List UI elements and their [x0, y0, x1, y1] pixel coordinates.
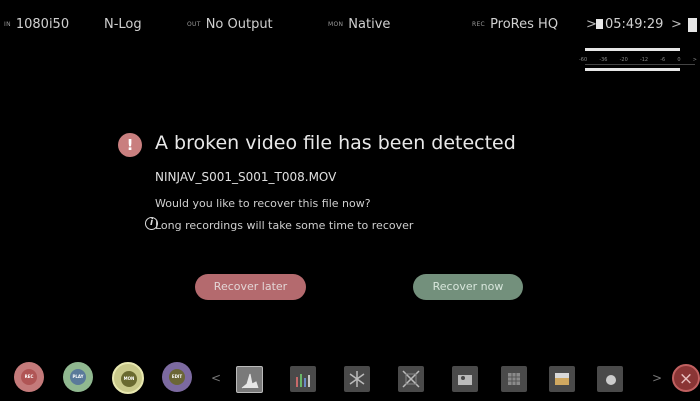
play-label: PLAY: [70, 369, 86, 385]
input-icon: IN: [4, 21, 11, 28]
frame-guides-tool[interactable]: [549, 366, 575, 392]
audio-meter-tick-label: 0: [677, 57, 681, 63]
dialog-title: A broken video file has been detected: [155, 132, 516, 154]
dialog-question: Would you like to recover this file now?: [155, 197, 371, 210]
chevron-right-icon: >: [671, 17, 682, 32]
play-button[interactable]: PLAY: [63, 362, 93, 392]
battery-icon[interactable]: [688, 18, 697, 32]
record-label: REC: [21, 369, 37, 385]
input-resolution[interactable]: IN 1080i50: [4, 17, 69, 32]
monitor-setting[interactable]: MON Native: [328, 17, 390, 32]
audio-meter-tick-label: >: [692, 57, 697, 63]
false-color-tool[interactable]: [344, 366, 370, 392]
monitor-label: MON: [121, 371, 137, 387]
cross-tool[interactable]: [398, 366, 424, 392]
log-mode[interactable]: N-Log: [104, 17, 142, 32]
audio-level-bar: [585, 68, 680, 71]
frame-guides-icon: [555, 373, 569, 385]
waveform-icon: [241, 373, 259, 389]
audio-meter-tick-label: -36: [599, 57, 608, 63]
chevron-right-icon[interactable]: >: [652, 371, 662, 385]
edit-button[interactable]: EDIT: [162, 362, 192, 392]
recover-now-button[interactable]: Recover now: [413, 274, 523, 300]
zebra-tool[interactable]: [452, 366, 478, 392]
dialog-info: Long recordings will take some time to r…: [155, 219, 414, 232]
audio-level-bar: [585, 48, 680, 51]
histogram-tool[interactable]: [290, 366, 316, 392]
output-setting[interactable]: OUT No Output: [187, 17, 273, 32]
file-name: NINJAV_S001_S001_T008.MOV: [155, 170, 337, 184]
false-color-icon: [349, 371, 365, 387]
audio-meter-tick-label: -12: [639, 57, 649, 63]
waveform-tool[interactable]: [236, 366, 263, 393]
warning-icon: !: [118, 133, 142, 157]
bottom-toolbar: REC PLAY MON EDIT < > ×: [0, 358, 700, 401]
close-button[interactable]: ×: [672, 364, 700, 392]
remaining-time[interactable]: 05:49:29: [596, 17, 663, 32]
cross-icon: [402, 370, 420, 388]
audio-meter-tick-label: -20: [619, 57, 628, 63]
audio-meter-tick-label: -60: [579, 57, 588, 63]
disk-icon: [596, 19, 603, 29]
record-codec[interactable]: REC ProRes HQ: [472, 17, 558, 32]
record-button[interactable]: REC: [14, 362, 44, 392]
edit-label: EDIT: [169, 369, 185, 385]
chevron-left-icon[interactable]: <: [211, 371, 221, 385]
audio-meter[interactable]: -60 -36 -20 -12 -6 0 >: [579, 48, 697, 78]
audio-meter-track: [585, 64, 695, 65]
lut-tool[interactable]: [597, 366, 623, 392]
monitor-button[interactable]: MON: [112, 362, 144, 394]
focus-peaking-tool[interactable]: [501, 366, 527, 392]
audio-meter-scale: -60 -36 -20 -12 -6 0 >: [579, 57, 697, 63]
lut-icon: [606, 375, 616, 385]
status-bar: IN 1080i50 N-Log OUT No Output MON Native R…: [0, 0, 700, 44]
focus-peaking-icon: [508, 373, 520, 385]
audio-meter-tick-label: -6: [660, 57, 666, 63]
recover-later-button[interactable]: Recover later: [195, 274, 306, 300]
zebra-icon: [458, 375, 472, 385]
histogram-icon: [296, 374, 310, 387]
